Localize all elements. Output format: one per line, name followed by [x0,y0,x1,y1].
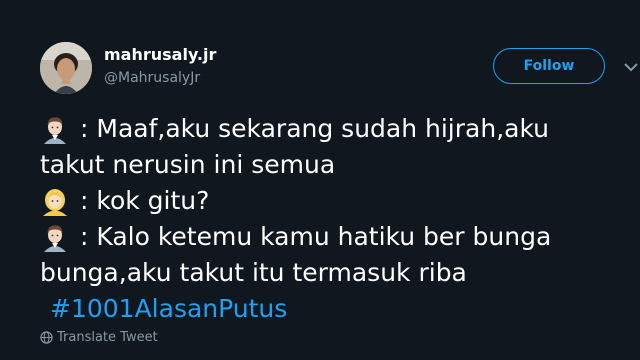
man-emoji-icon [44,117,66,144]
chevron-down-icon[interactable] [624,62,638,72]
tweet-line-text: bunga,aku takut itu termasuk riba [40,258,467,287]
display-name[interactable]: mahrusaly.jr [104,44,216,66]
tweet-line-text: : Maaf,aku sekarang sudah hijrah,aku [80,114,550,143]
tweet-line-text: : Kalo ketemu kamu hatiku ber bunga [80,222,552,251]
tweet-line-text: takut nerusin ini semua [40,150,336,179]
translate-tweet-label: Translate Tweet [57,330,158,345]
tweet-line: : kok gitu? [40,183,630,219]
follow-button[interactable]: Follow [493,48,605,84]
tweet-line: bunga,aku takut itu termasuk riba [40,255,630,291]
user-handle[interactable]: @MahrusalyJr [104,68,216,88]
tweet-text: : Maaf,aku sekarang sudah hijrah,aku tak… [40,111,630,327]
tweet-line: #1001AlasanPutus [40,291,630,327]
woman-emoji-icon [43,189,67,216]
man-emoji-icon [44,225,66,252]
hashtag-link[interactable]: #1001AlasanPutus [50,291,287,327]
tweet-line: : Maaf,aku sekarang sudah hijrah,aku [40,111,630,147]
tweet-card: mahrusaly.jr @MahrusalyJr Follow : Maaf,… [0,0,640,360]
tweet-line-text: : kok gitu? [80,186,210,215]
avatar[interactable] [40,42,92,94]
tweet-line: : Kalo ketemu kamu hatiku ber bunga [40,219,630,255]
translate-tweet-link[interactable]: Translate Tweet [40,330,158,345]
user-info: mahrusaly.jr @MahrusalyJr [104,44,216,88]
tweet-line: takut nerusin ini semua [40,147,630,183]
globe-icon [40,331,53,344]
